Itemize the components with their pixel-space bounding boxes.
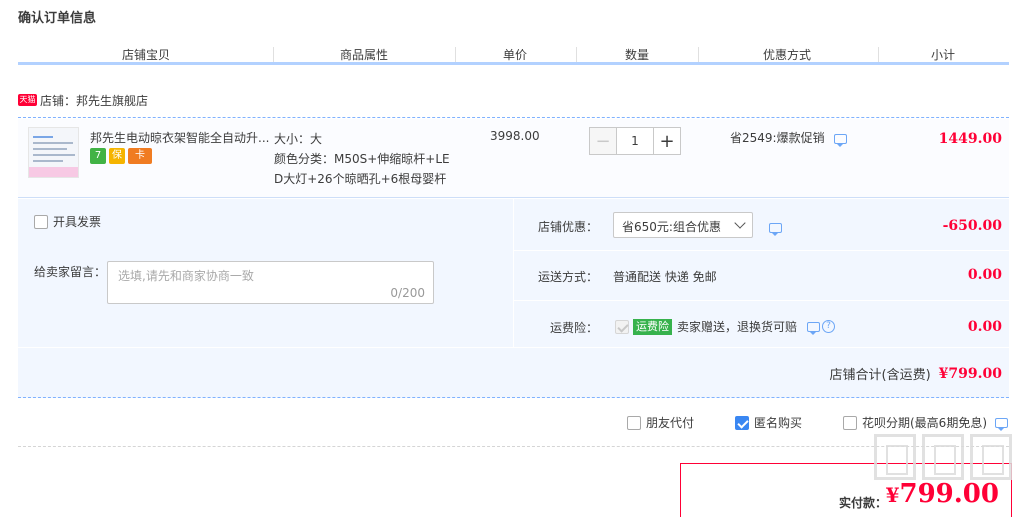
memo-char-counter: 0/200 [390,286,425,300]
promotion-text: 省2549:爆款促销 [730,131,825,145]
shipping-amount: 0.00 [967,267,1002,283]
col-shop-item: 店铺宝贝 [121,48,171,62]
insurance-option: 运费险 卖家赠送，退换货可赔 ? [615,318,836,335]
friend-pay-label: 朋友代付 [646,416,695,430]
col-subtotal: 小计 [930,48,956,62]
shop-total: 店铺合计(含运费) ¥799.00 [829,364,1002,384]
installment-label: 花呗分期(最高6期免息) [862,416,987,430]
insurance-label: 运费险： [550,321,599,335]
anonymous-checkbox[interactable] [735,415,749,430]
invoice-label: 开具发票 [53,215,102,229]
card-payment-icon[interactable]: 卡 [128,148,152,164]
promotion: 省2549:爆款促销 [730,129,848,147]
unit-price: 3998.00 [490,129,540,143]
help-icon[interactable]: ? [822,320,836,333]
shop-total-label: 店铺合计(含运费) [829,368,931,383]
product-title-link[interactable]: 邦先生电动晾衣架智能全自动升... [90,129,272,146]
chat-icon[interactable] [995,417,1008,431]
quantity-decrease-button[interactable]: − [589,127,617,155]
col-attributes: 商品属性 [339,48,389,62]
table-header: 店铺宝贝 商品属性 单价 数量 优惠方式 小计 [18,43,1009,65]
shop-discount-select[interactable]: 省650元:组合优惠 [613,212,753,238]
chat-icon[interactable] [807,321,821,335]
shop-row: 天猫 店铺：邦先生旗舰店 [18,90,1009,118]
divider [18,446,1009,447]
anonymous-option[interactable]: 匿名购买 [735,414,802,431]
insurance-checkbox [615,319,629,334]
guarantee-icon[interactable]: 保 [109,148,125,164]
order-item-row: 邦先生电动晾衣架智能全自动升... 7 保 卡 大小：大 颜色分类：M50S+伸… [18,119,1009,198]
quantity-increase-button[interactable]: + [653,127,681,155]
chat-icon[interactable] [834,133,848,147]
col-unit-price: 单价 [502,48,528,62]
item-subtotal: 1449.00 [938,131,1002,147]
chevron-down-icon [734,217,746,229]
col-discount: 优惠方式 [762,48,812,62]
order-options-panel: 开具发票 给卖家留言： 选填,请先和商家协商一致 0/200 店铺优惠： 省65… [18,199,1009,398]
seven-day-return-icon[interactable]: 7 [90,148,106,164]
quantity-stepper: − 1 + [589,127,684,155]
anonymous-label: 匿名购买 [754,416,803,430]
watermark-logo [870,430,1020,517]
attr-size: 大小：大 [274,132,323,146]
chat-icon[interactable] [769,222,782,236]
shop-total-amount: ¥799.00 [938,365,1002,382]
installment-checkbox[interactable] [843,415,857,430]
insurance-desc: 卖家赠送，退换货可赔 [677,320,798,334]
friend-pay-option[interactable]: 朋友代付 [627,414,694,431]
attr-color-line2: D大灯+26个晾晒孔+6根母婴杆 [274,172,447,186]
friend-pay-checkbox[interactable] [627,415,641,430]
shop-name[interactable]: 店铺：邦先生旗舰店 [40,92,148,109]
attr-color-line1: 颜色分类：M50S+伸缩晾杆+LE [274,152,450,166]
shipping-method: 普通配送 快递 免邮 [613,270,717,284]
invoice-checkbox[interactable] [34,214,48,229]
tmall-icon: 天猫 [18,94,37,106]
invoice-option[interactable]: 开具发票 [34,213,101,230]
page-title: 确认订单信息 [18,11,97,26]
product-thumbnail[interactable] [28,127,79,178]
memo-placeholder: 选填,请先和商家协商一致 [118,269,254,283]
quantity-input[interactable]: 1 [617,127,653,155]
product-attributes: 大小：大 颜色分类：M50S+伸缩晾杆+LE D大灯+26个晾晒孔+6根母婴杆 [274,129,460,189]
shop-discount-label: 店铺优惠： [538,220,599,234]
memo-label: 给卖家留言： [34,265,107,279]
insurance-tag: 运费险 [633,318,672,335]
shop-discount-selected: 省650元:组合优惠 [622,220,721,234]
col-quantity: 数量 [624,48,650,62]
installment-option[interactable]: 花呗分期(最高6期免息) [843,414,1008,431]
shipping-label: 运送方式： [538,270,599,284]
seller-message-field[interactable]: 选填,请先和商家协商一致 0/200 [107,261,434,304]
insurance-amount: 0.00 [967,319,1002,335]
shop-discount-amount: -650.00 [942,218,1002,234]
